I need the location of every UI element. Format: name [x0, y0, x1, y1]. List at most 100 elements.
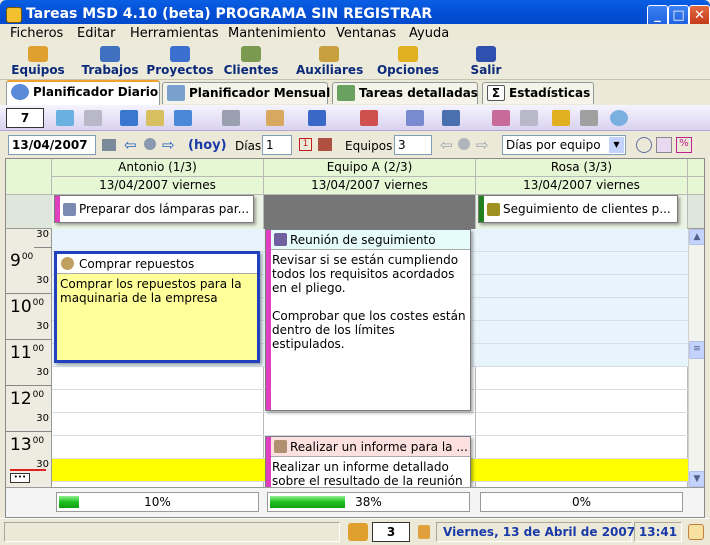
time-slot-current[interactable] — [52, 459, 264, 482]
tab-planificador-diario[interactable]: Planificador Diario — [6, 80, 160, 105]
scroll-down-icon[interactable]: ▼ — [689, 471, 704, 487]
edit-icon[interactable] — [146, 110, 164, 126]
allday-task-seguimiento[interactable]: Seguimiento de clientes p... — [478, 195, 678, 223]
task-title: Seguimiento de clientes p... — [503, 202, 671, 216]
menu-ayuda[interactable]: Ayuda — [409, 26, 449, 41]
tab-label: Planificador Diario — [33, 85, 159, 99]
time-slot-current[interactable] — [476, 459, 688, 482]
menu-mantenimiento[interactable]: Mantenimiento — [228, 26, 326, 41]
time-slot[interactable] — [264, 413, 476, 436]
time-slot[interactable] — [476, 390, 688, 413]
tab-label: Estadísticas — [509, 86, 591, 100]
task-color-bar — [266, 230, 271, 410]
maximize-button[interactable]: □ — [668, 5, 689, 26]
calendar-picker-icon[interactable] — [102, 139, 116, 151]
time-slot[interactable] — [52, 367, 264, 390]
stop-icon[interactable] — [144, 138, 156, 150]
task-realizar-informe[interactable]: Realizar un informe para la ... Realizar… — [265, 436, 471, 488]
menu-editar[interactable]: Editar — [77, 26, 116, 41]
close-button[interactable]: ✕ — [689, 5, 710, 26]
cloud-icon[interactable] — [580, 110, 598, 126]
equipos-button[interactable]: Equipos — [10, 44, 66, 80]
time-slot[interactable] — [476, 344, 688, 367]
view-select[interactable]: Días por equipo ▼ — [502, 135, 626, 155]
time-column: 30 900 30 1000 30 1100 30 1200 30 1300 3… — [6, 229, 52, 487]
progress-text: 38% — [355, 495, 382, 509]
auxiliares-button[interactable]: Auxiliares — [296, 44, 363, 80]
time-slot[interactable] — [476, 252, 688, 275]
team-icon — [348, 523, 368, 541]
time-slot[interactable] — [476, 229, 688, 252]
menu-ficheros[interactable]: Ficheros — [10, 26, 63, 41]
move-icon[interactable] — [308, 110, 326, 126]
copy-icon[interactable] — [222, 110, 240, 126]
chevron-down-icon[interactable]: ▼ — [609, 137, 624, 153]
date-field[interactable]: 13/04/2007 — [8, 135, 96, 155]
clients-icon — [487, 203, 500, 216]
filter-icon[interactable] — [492, 110, 510, 126]
tab-planificador-mensual[interactable]: Planificador Mensual — [162, 82, 331, 104]
zoom-icon[interactable] — [610, 110, 628, 126]
one-day-icon[interactable]: 1 — [299, 138, 312, 151]
scroll-up-icon[interactable]: ▲ — [689, 229, 704, 245]
task-reunion-seguimiento[interactable]: Reunión de seguimiento Revisar si se est… — [265, 229, 471, 411]
prev-arrow-icon[interactable]: ⇦ — [124, 136, 137, 154]
task-comprar-repuestos[interactable]: Comprar repuestos Comprar los repuestos … — [54, 251, 260, 363]
auxiliary-icon — [319, 46, 339, 62]
schedule-icon[interactable] — [442, 110, 460, 126]
status-panel — [4, 522, 340, 542]
teams-spinner[interactable]: 3 — [394, 135, 432, 155]
remove-icon[interactable] — [360, 110, 378, 126]
time-slot[interactable] — [476, 413, 688, 436]
menu-herramientas[interactable]: Herramientas — [130, 26, 219, 41]
next-arrow-icon[interactable]: ⇨ — [162, 136, 175, 154]
minimize-button[interactable]: _ — [647, 5, 668, 26]
add-icon[interactable] — [174, 110, 192, 126]
vertical-scrollbar[interactable]: ▲ ≡ ▼ — [688, 229, 704, 487]
today-link[interactable]: (hoy) — [188, 138, 227, 153]
progress-rosa: 0% — [480, 492, 683, 512]
menu-ventanas[interactable]: Ventanas — [336, 26, 396, 41]
task-count-box[interactable]: 7 — [6, 108, 44, 128]
opciones-button[interactable]: Opciones — [376, 44, 440, 80]
more-icon[interactable]: ••• — [10, 473, 30, 483]
time-slot[interactable] — [476, 275, 688, 298]
time-slot[interactable] — [52, 436, 264, 459]
money-bag-icon — [61, 257, 74, 270]
time-slot[interactable] — [476, 367, 688, 390]
clear-icon[interactable] — [520, 110, 538, 126]
time-slot[interactable] — [476, 298, 688, 321]
tab-tareas-detalladas[interactable]: Tareas detalladas — [332, 82, 478, 104]
days-spinner[interactable]: 1 — [262, 135, 292, 155]
time-slot[interactable] — [476, 436, 688, 459]
prev-team-icon[interactable]: ⇦ — [440, 136, 453, 154]
team-stop-icon[interactable] — [458, 138, 470, 150]
task-body: Realizar un informe detallado sobre el r… — [272, 460, 463, 488]
month-icon[interactable] — [318, 138, 332, 151]
print-icon[interactable] — [406, 110, 424, 126]
time-slot[interactable] — [52, 229, 264, 252]
delete-icon[interactable] — [84, 110, 102, 126]
next-team-icon[interactable]: ⇨ — [476, 136, 489, 154]
progress-fill — [270, 496, 345, 508]
time-slot[interactable] — [476, 321, 688, 344]
time-slot[interactable] — [52, 413, 264, 436]
scroll-thumb[interactable]: ≡ — [689, 341, 704, 359]
clientes-button[interactable]: Clientes — [222, 44, 280, 80]
split-view-icon[interactable] — [656, 137, 672, 153]
proyectos-button[interactable]: Proyectos — [146, 44, 214, 80]
app-icon — [6, 7, 22, 23]
salir-button[interactable]: Salir — [466, 44, 506, 80]
link-icon[interactable] — [552, 110, 570, 126]
open-icon[interactable] — [56, 110, 74, 126]
tab-label: Planificador Mensual — [189, 86, 331, 100]
time-slot[interactable] — [52, 390, 264, 413]
allday-task-preparar[interactable]: Preparar dos lámparas par... — [54, 195, 254, 223]
target-icon[interactable] — [636, 137, 652, 153]
folder-icon[interactable] — [266, 110, 284, 126]
trabajos-button[interactable]: Trabajos — [80, 44, 140, 80]
percent-icon[interactable]: % — [676, 137, 692, 153]
tab-estadisticas[interactable]: Σ Estadísticas — [482, 82, 594, 104]
monitor-icon[interactable] — [120, 110, 138, 126]
status-count: 3 — [372, 522, 410, 542]
